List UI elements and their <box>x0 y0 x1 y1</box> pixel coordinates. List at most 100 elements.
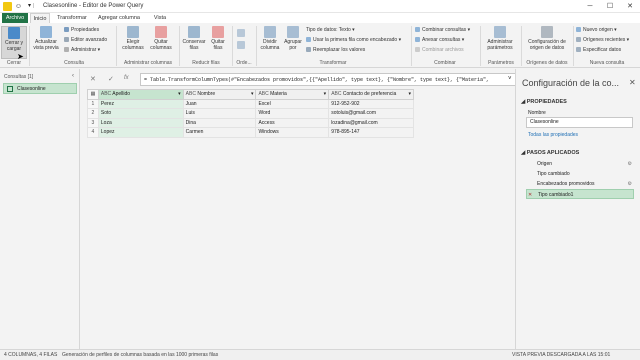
column-filter-icon[interactable]: ▾ <box>251 91 254 97</box>
maximize-button[interactable]: ☐ <box>600 0 620 13</box>
gear-icon[interactable]: ⚙ <box>628 159 632 169</box>
close-button[interactable]: ✕ <box>620 0 640 13</box>
formula-bar[interactable]: = Table.TransformColumnTypes(#"Encabezad… <box>140 73 516 86</box>
tab-archivo[interactable]: Archivo <box>2 13 28 23</box>
agrupar-por-button[interactable]: Agrupar por <box>283 26 303 51</box>
cell[interactable]: Dina <box>182 117 257 128</box>
column-filter-icon[interactable]: ▾ <box>324 91 327 97</box>
close-settings-icon[interactable]: ✕ <box>629 78 636 87</box>
query-item-clasesonline[interactable]: Clasesonline <box>3 83 77 94</box>
delete-step-icon[interactable]: ✕ <box>528 190 532 200</box>
cell[interactable]: Perez <box>97 98 184 109</box>
cancel-formula-icon[interactable]: ✕ <box>90 75 96 83</box>
expand-formula-icon[interactable]: ˅ <box>508 76 512 82</box>
primera-fila-label: Usar la primera fila como encabezado <box>313 37 398 43</box>
tab-inicio[interactable]: Inicio <box>30 13 50 23</box>
origenes-recientes-button[interactable]: Orígenes recientes ▾ <box>576 37 629 43</box>
smiley-icon[interactable]: ☺ <box>14 2 23 11</box>
propiedades-section[interactable]: ◢ PROPIEDADES <box>521 99 567 105</box>
table-corner[interactable]: ▦ <box>87 89 99 100</box>
sort-ascending-button[interactable] <box>235 29 247 38</box>
todas-propiedades-link[interactable]: Todas las propiedades <box>528 132 578 138</box>
cell[interactable]: Luis <box>182 108 257 119</box>
confirm-formula-icon[interactable]: ✓ <box>108 75 114 83</box>
minimize-button[interactable]: ─ <box>580 0 600 13</box>
cell[interactable]: Lopez <box>97 127 184 138</box>
collapse-pane-icon[interactable]: ‹ <box>72 73 74 79</box>
configuracion-origen-button[interactable]: Configuración de origen de datos <box>523 26 571 51</box>
quitar-columnas-button[interactable]: Quitar columnas <box>148 26 174 51</box>
tab-agregar-columna[interactable]: Agregar columna <box>94 13 144 23</box>
nuevo-origen-button[interactable]: Nuevo origen ▾ <box>576 27 617 33</box>
column-filter-icon[interactable]: ▾ <box>178 91 181 97</box>
type-icon: ABC <box>331 91 342 98</box>
anexar-consultas-button[interactable]: Anexar consultas ▾ <box>415 37 464 43</box>
editor-avanzado-button[interactable]: Editor avanzado <box>64 37 107 43</box>
step-item-selected[interactable]: ✕ Tipo cambiado1 <box>526 189 634 199</box>
sort-descending-button[interactable] <box>235 41 247 50</box>
cell[interactable]: Word <box>255 108 330 119</box>
administrar-label: Administrar <box>71 47 97 53</box>
cell[interactable]: Soto <box>97 108 184 119</box>
administrar-parametros-button[interactable]: Administrar parámetros <box>483 26 517 51</box>
fx-icon[interactable]: fx <box>124 75 129 81</box>
tab-transformar[interactable]: Transformar <box>54 13 90 23</box>
reemplazar-valores-button[interactable]: Reemplazar los valores <box>306 47 365 53</box>
query-settings-pane: Configuración de la co... ✕ ◢ PROPIEDADE… <box>515 69 640 349</box>
combinar-archivos-button[interactable]: Combinar archivos <box>415 47 464 53</box>
column-header-apellido[interactable]: ABC Apellido ▾ <box>97 89 184 100</box>
conservar-filas-button[interactable]: Conservar filas <box>182 26 206 51</box>
nombre-label: Nombre <box>528 110 546 116</box>
quitar-filas-button[interactable]: Quitar filas <box>207 26 229 51</box>
column-header-materia[interactable]: ABC Materia ▾ <box>255 89 330 100</box>
properties-icon <box>64 27 69 32</box>
tipo-datos-label: Tipo de datos: Texto <box>306 27 351 33</box>
divider <box>29 26 30 66</box>
data-source-settings-icon <box>541 26 553 38</box>
quitar-filas-label: Quitar filas <box>211 39 225 51</box>
combinar-consultas-button[interactable]: Combinar consultas ▾ <box>415 27 470 33</box>
step-label: Origen <box>537 161 553 167</box>
step-item[interactable]: Tipo cambiado <box>526 169 634 179</box>
queries-pane: Consultas [1] ‹ Clasesonline <box>0 69 80 349</box>
pasos-section[interactable]: ◢ PASOS APLICADOS <box>521 150 579 156</box>
title-bar: ☺ ▾ | Clasesonline - Editor de Power Que… <box>0 0 640 13</box>
close-load-icon <box>8 27 20 39</box>
tab-vista[interactable]: Vista <box>148 13 172 23</box>
cell[interactable]: sotoluis@gmail.com <box>328 108 414 119</box>
primera-fila-encabezado-button[interactable]: Usar la primera fila como encabezado ▾ <box>306 37 401 43</box>
dividir-columna-button[interactable]: Dividir columna <box>258 26 282 51</box>
column-filter-icon[interactable]: ▾ <box>408 91 411 97</box>
gear-icon[interactable]: ⚙ <box>628 179 632 189</box>
cell[interactable]: lozadina@gmail.com <box>328 117 414 128</box>
administrar-button[interactable]: Administrar ▾ <box>64 47 100 53</box>
cell[interactable]: Excel <box>255 98 330 109</box>
cell[interactable]: Carmen <box>182 127 257 138</box>
sort-asc-icon <box>237 29 245 37</box>
cell[interactable]: Juan <box>182 98 257 109</box>
column-header-nombre[interactable]: ABC Nombre ▾ <box>182 89 257 100</box>
propiedades-button[interactable]: Propiedades <box>64 27 99 33</box>
cell[interactable]: Windows <box>255 127 330 138</box>
column-header-contacto[interactable]: ABC Contacto de preferencia ▾ <box>328 89 414 100</box>
nombre-input[interactable]: Clasesonline <box>526 117 633 128</box>
step-item[interactable]: Encabezados promovidos ⚙ <box>526 179 634 189</box>
header-row-icon <box>306 37 311 42</box>
title-separator: | <box>33 3 35 9</box>
cell[interactable]: 978-895-147 <box>328 127 414 138</box>
especificar-datos-button[interactable]: Especificar datos <box>576 47 621 53</box>
row-number: 2 <box>87 108 99 119</box>
cell[interactable]: Access <box>255 117 330 128</box>
tipo-de-datos-dropdown[interactable]: Tipo de datos: Texto ▾ <box>306 27 355 33</box>
elegir-columnas-button[interactable]: Elegir columnas <box>120 26 146 51</box>
choose-columns-icon <box>127 26 139 38</box>
cell[interactable]: Loza <box>97 117 184 128</box>
type-icon: ABC <box>185 91 196 98</box>
step-item[interactable]: Origen ⚙ <box>526 159 634 169</box>
group-origenes-label: Orígenes de datos <box>526 60 568 66</box>
editor-avanzado-label: Editor avanzado <box>71 37 108 43</box>
actualizar-vista-previa-button[interactable]: Actualizar vista previa <box>31 26 61 51</box>
table-row: 2 Soto Luis Word sotoluis@gmail.com <box>87 108 414 119</box>
cell[interactable]: 912-952-902 <box>328 98 414 109</box>
group-administrar-columnas-label: Administrar columnas <box>123 60 173 66</box>
